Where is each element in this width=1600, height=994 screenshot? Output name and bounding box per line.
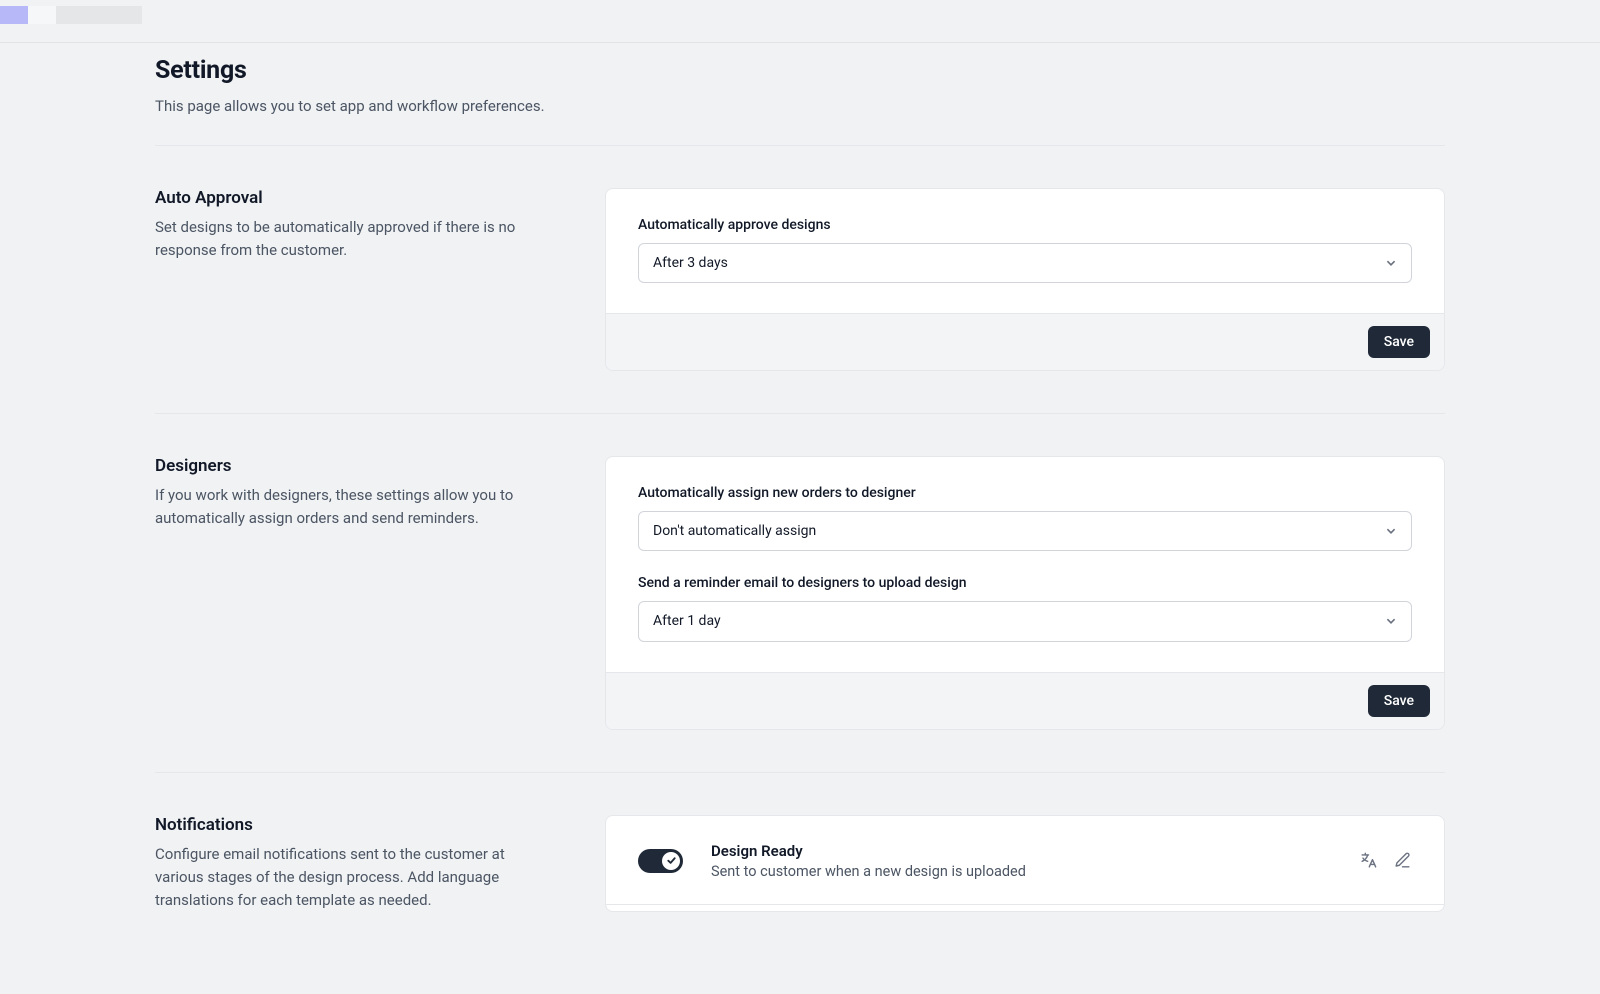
- toggle-design-ready[interactable]: [638, 849, 683, 873]
- section-designers: Designers If you work with designers, th…: [155, 414, 1445, 771]
- section-desc-auto-approval: Set designs to be automatically approved…: [155, 216, 545, 263]
- section-desc-notifications: Configure email notifications sent to th…: [155, 843, 545, 913]
- label-auto-approve: Automatically approve designs: [638, 217, 1412, 233]
- section-auto-approval: Auto Approval Set designs to be automati…: [155, 146, 1445, 413]
- card-designers: Automatically assign new orders to desig…: [605, 456, 1445, 729]
- edit-icon[interactable]: [1392, 851, 1412, 871]
- topbar-divider: [0, 42, 1600, 43]
- select-auto-approve[interactable]: After 3 days: [638, 243, 1412, 283]
- section-title-auto-approval: Auto Approval: [155, 188, 545, 208]
- save-button-designers[interactable]: Save: [1368, 685, 1430, 717]
- card-notifications: Design Ready Sent to customer when a new…: [605, 815, 1445, 913]
- translate-icon[interactable]: [1358, 851, 1378, 871]
- section-title-designers: Designers: [155, 456, 545, 476]
- notification-desc: Sent to customer when a new design is up…: [711, 863, 1330, 880]
- section-desc-designers: If you work with designers, these settin…: [155, 484, 545, 531]
- label-assign: Automatically assign new orders to desig…: [638, 485, 1412, 501]
- page-subtitle: This page allows you to set app and work…: [155, 97, 1445, 115]
- save-button-auto-approval[interactable]: Save: [1368, 326, 1430, 358]
- notification-title: Design Ready: [711, 842, 1330, 860]
- card-auto-approval: Automatically approve designs After 3 da…: [605, 188, 1445, 371]
- select-reminder[interactable]: After 1 day: [638, 601, 1412, 641]
- select-assign[interactable]: Don't automatically assign: [638, 511, 1412, 551]
- loading-indicator: [0, 6, 160, 24]
- section-notifications: Notifications Configure email notificati…: [155, 773, 1445, 955]
- notification-row: Design Ready Sent to customer when a new…: [606, 816, 1444, 905]
- page-title: Settings: [155, 56, 1445, 85]
- section-title-notifications: Notifications: [155, 815, 545, 835]
- label-reminder: Send a reminder email to designers to up…: [638, 575, 1412, 591]
